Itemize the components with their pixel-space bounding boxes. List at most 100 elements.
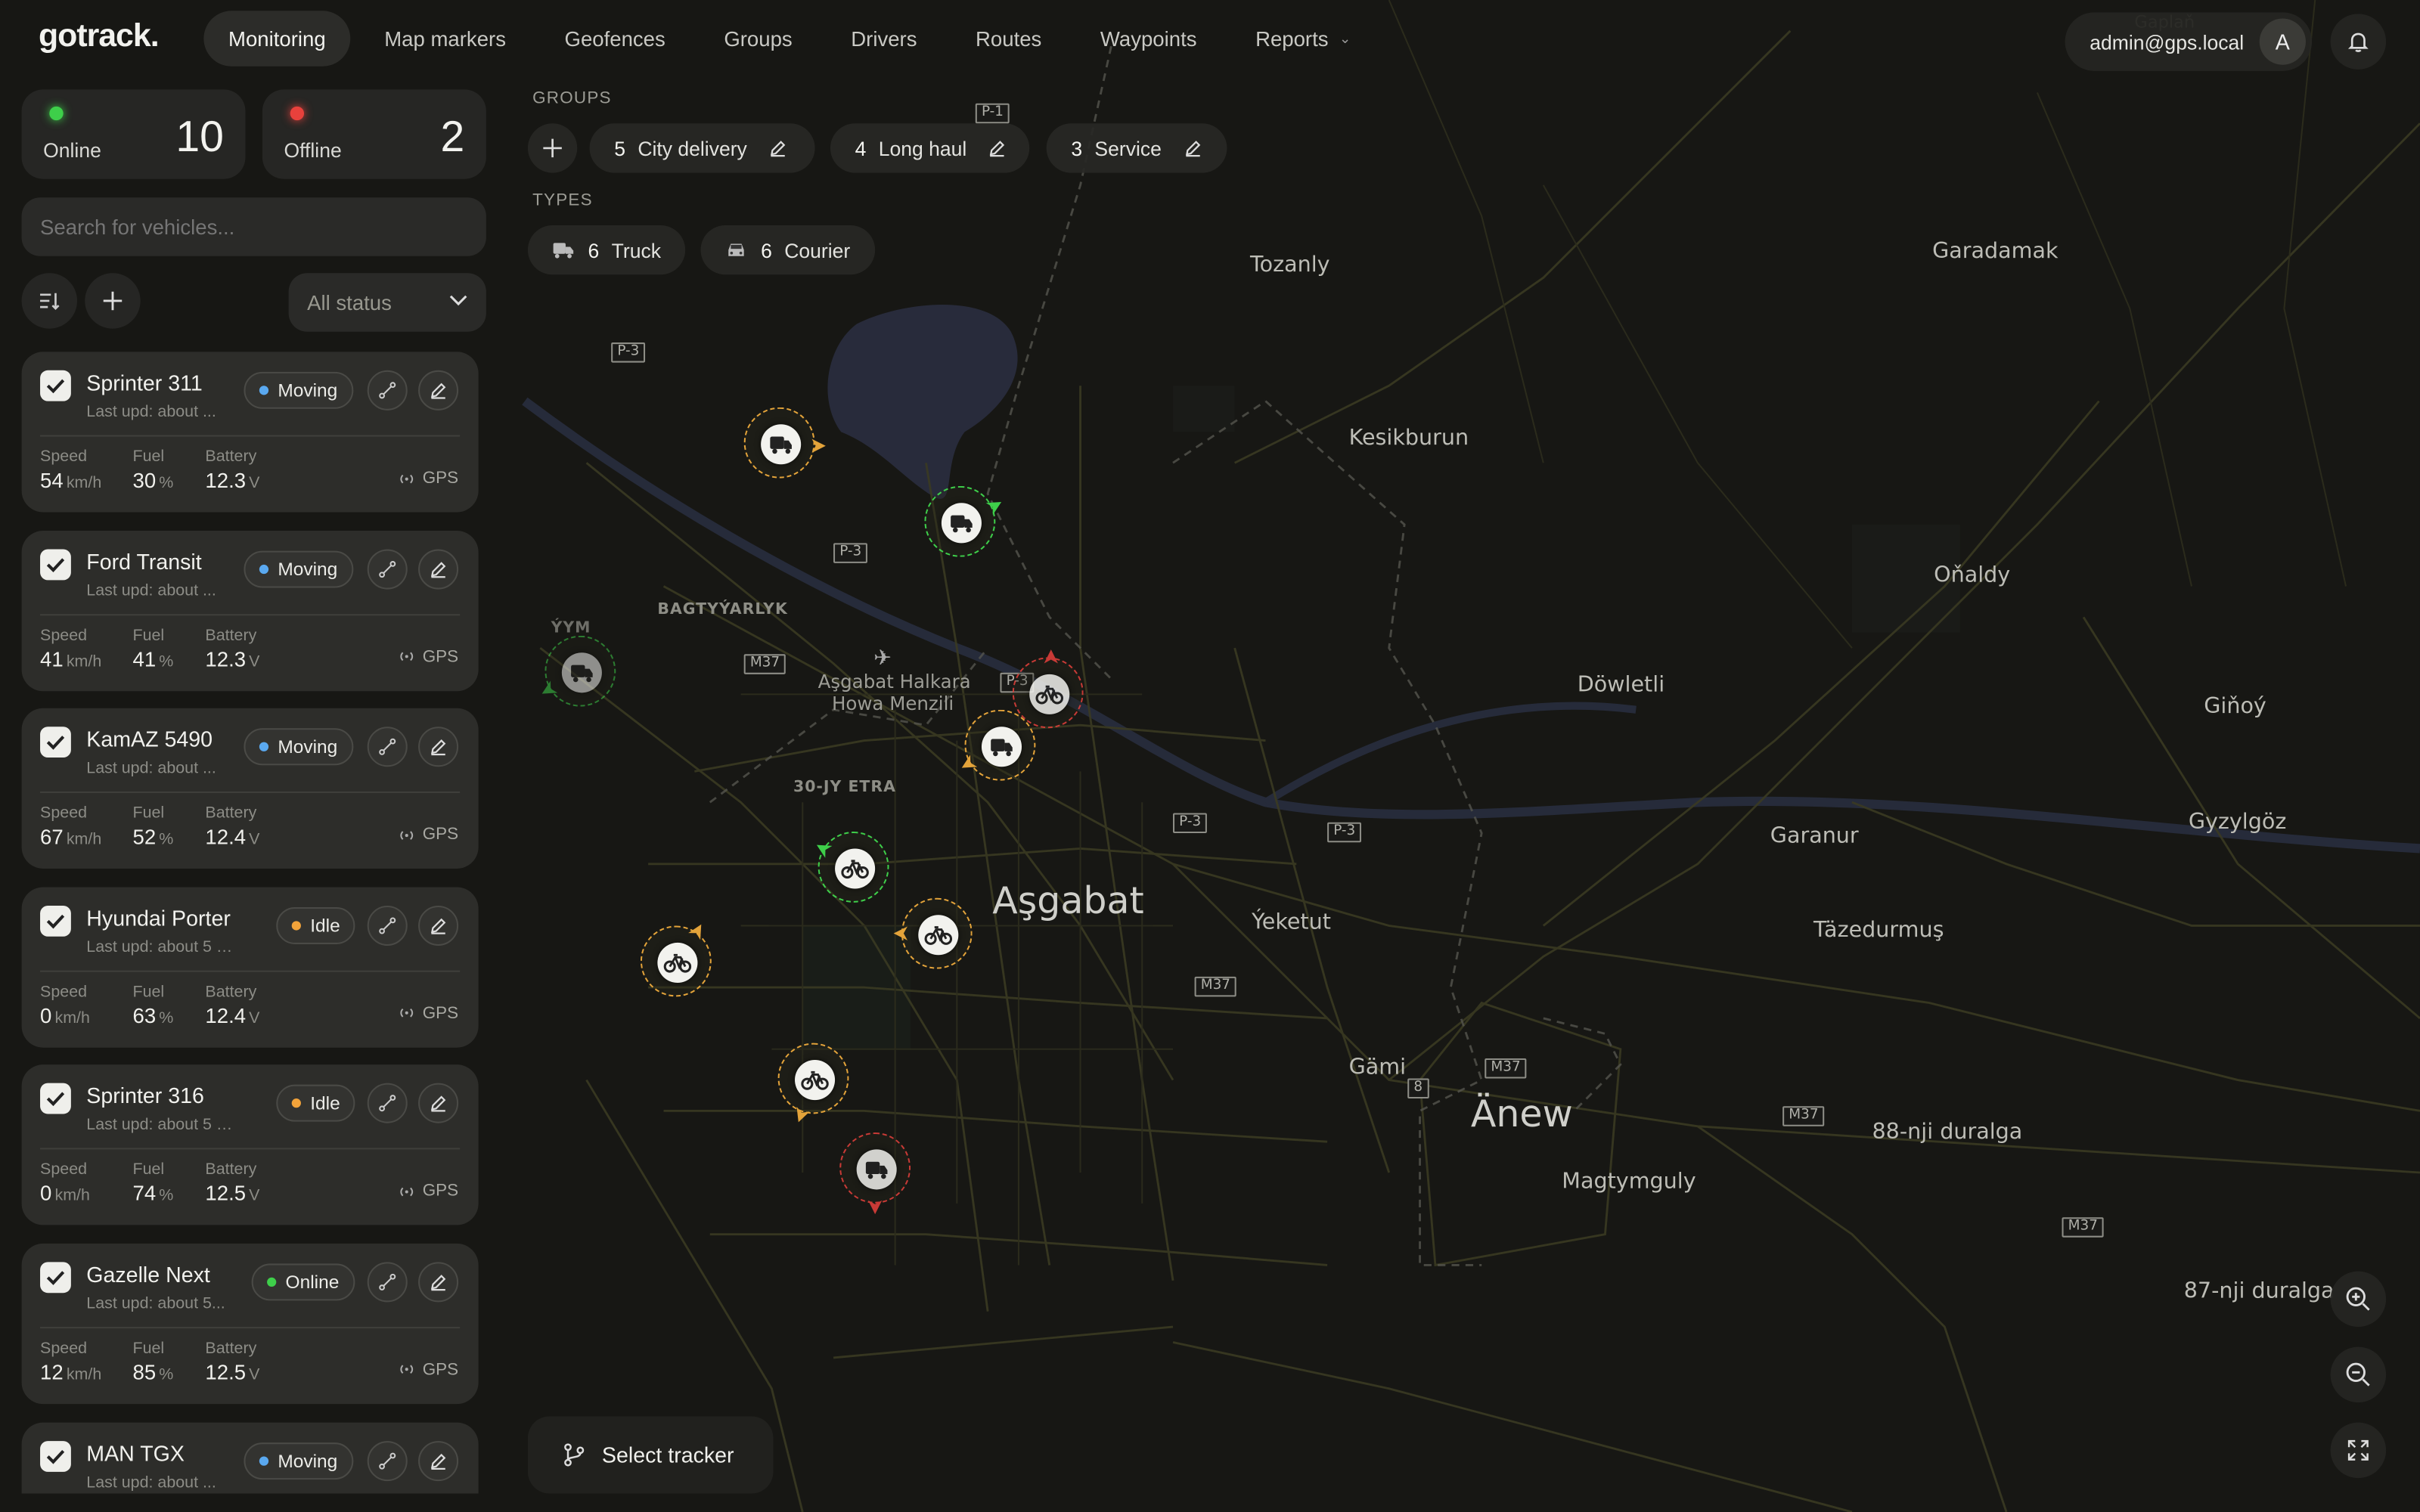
app-logo[interactable]: gotrack. [39,18,160,55]
heading-arrow-icon [1040,648,1058,666]
zoom-in-button[interactable] [2330,1271,2387,1328]
add-group-button[interactable] [527,123,578,173]
pencil-icon[interactable] [768,139,786,157]
nav-item-routes[interactable]: Routes [951,11,1066,66]
truck-marker[interactable] [924,485,1001,557]
vehicle-checkbox[interactable] [40,1262,71,1294]
zoom-out-button[interactable] [2330,1346,2387,1403]
nav-item-reports[interactable]: Reports ⌄ [1230,11,1375,66]
fuel-metric: Fuel 85% [133,1339,174,1383]
battery-unit: V [249,1365,260,1384]
nav-item-waypoints[interactable]: Waypoints [1075,11,1221,66]
route-button[interactable] [367,1440,408,1481]
vehicle-checkbox[interactable] [40,727,71,758]
speed-value: 0 [40,1182,52,1206]
status-label: Moving [278,1449,338,1472]
battery-label: Battery [205,447,257,466]
status-badge: Moving [244,1442,353,1479]
nav-item-map-markers[interactable]: Map markers [360,11,531,66]
status-filter-select[interactable]: All status [288,273,486,332]
vehicle-search-input[interactable] [21,197,486,256]
battery-label: Battery [205,982,257,1002]
bike-marker[interactable] [777,1043,849,1122]
add-vehicle-button[interactable] [85,273,141,329]
notifications-button[interactable] [2330,14,2387,70]
edit-button[interactable] [418,727,459,767]
vehicle-card[interactable]: KamAZ 5490 Last upd: about ... Moving Sp… [21,708,479,869]
vehicle-card[interactable]: Ford Transit Last upd: about ... Moving … [21,530,479,691]
avatar[interactable]: A [2259,18,2306,65]
battery-unit: V [249,1009,260,1027]
fuel-metric: Fuel 30% [133,448,174,492]
truck-icon [856,1149,897,1190]
vehicle-card[interactable]: Sprinter 311 Last upd: about ... Moving … [21,352,479,513]
vehicle-card[interactable]: Sprinter 316 Last upd: about 5 ho... Idl… [21,1064,479,1226]
fullscreen-button[interactable] [2330,1422,2387,1479]
group-count: 3 [1071,136,1083,160]
gps-label: GPS [422,469,459,488]
vehicle-checkbox[interactable] [40,1440,71,1472]
type-chip[interactable]: 6 Truck [527,225,686,275]
route-icon [379,1273,396,1290]
truck-marker[interactable] [962,709,1036,781]
offline-count: 2 [440,112,465,161]
battery-label: Battery [205,1339,257,1358]
nav-item-monitoring[interactable]: Monitoring [203,11,351,67]
route-icon [379,382,396,399]
status-badge: Moving [244,728,353,766]
bike-marker[interactable] [817,831,889,903]
vehicle-checkbox[interactable] [40,905,71,937]
truck-marker[interactable] [542,635,616,707]
speed-label: Speed [40,982,88,1002]
user-menu[interactable]: admin@gps.local A [2065,12,2313,71]
status-badge: Idle [276,906,356,944]
vehicle-card[interactable]: MAN TGX Last upd: about ... Moving Speed… [21,1421,479,1494]
vehicle-checkbox[interactable] [40,548,71,580]
vehicle-card[interactable]: Gazelle Next Last upd: about 5... Online… [21,1243,479,1405]
truck-marker[interactable] [839,1132,911,1215]
vehicle-card[interactable]: Hyundai Porter Last upd: about 5 ho... I… [21,887,479,1048]
card-divider [40,1327,461,1329]
vehicle-checkbox[interactable] [40,370,71,401]
edit-button[interactable] [418,1262,459,1303]
fuel-label: Fuel [132,804,165,823]
nav-item-groups[interactable]: Groups [700,11,818,66]
speed-metric: Speed 0 km/h [40,1160,90,1205]
group-chip[interactable]: 3 Service [1046,123,1227,173]
edit-button[interactable] [418,905,459,946]
route-button[interactable] [367,370,408,411]
edit-button[interactable] [418,370,459,411]
route-button[interactable] [367,905,408,946]
route-button[interactable] [367,1083,408,1124]
offline-stat[interactable]: Offline 2 [262,89,486,179]
nav-item-geofences[interactable]: Geofences [540,11,690,66]
bike-marker[interactable] [893,897,973,969]
fuel-metric: Fuel 52% [133,804,174,849]
group-chip[interactable]: 4 Long haul [830,123,1030,173]
battery-metric: Battery 12.4 V [205,983,259,1027]
type-chip[interactable]: 6 Courier [700,225,876,275]
route-button[interactable] [367,727,408,767]
vehicle-checkbox[interactable] [40,1083,71,1115]
nav-item-drivers[interactable]: Drivers [827,11,942,66]
edit-button[interactable] [418,1083,459,1124]
bike-marker[interactable] [640,925,712,997]
pencil-icon[interactable] [988,139,1007,157]
route-button[interactable] [367,548,408,589]
vehicle-list: Sprinter 311 Last upd: about ... Moving … [21,352,482,1494]
edit-button[interactable] [418,1440,459,1481]
truck-marker[interactable] [743,407,826,479]
sort-button[interactable] [21,273,78,329]
signal-icon [399,1365,413,1374]
select-tracker-button[interactable]: Select tracker [527,1416,774,1494]
online-stat[interactable]: Online 10 [21,89,246,179]
route-button[interactable] [367,1262,408,1303]
vehicle-last-update: Last upd: about ... [86,581,216,600]
nav-item-reports-label: Reports [1255,26,1329,51]
pencil-icon[interactable] [1183,139,1201,157]
types-title: TYPES [532,191,593,210]
edit-button[interactable] [418,548,459,589]
group-chip[interactable]: 5 City delivery [589,123,815,173]
fuel-unit: % [159,830,174,849]
status-badge: Moving [244,371,353,409]
